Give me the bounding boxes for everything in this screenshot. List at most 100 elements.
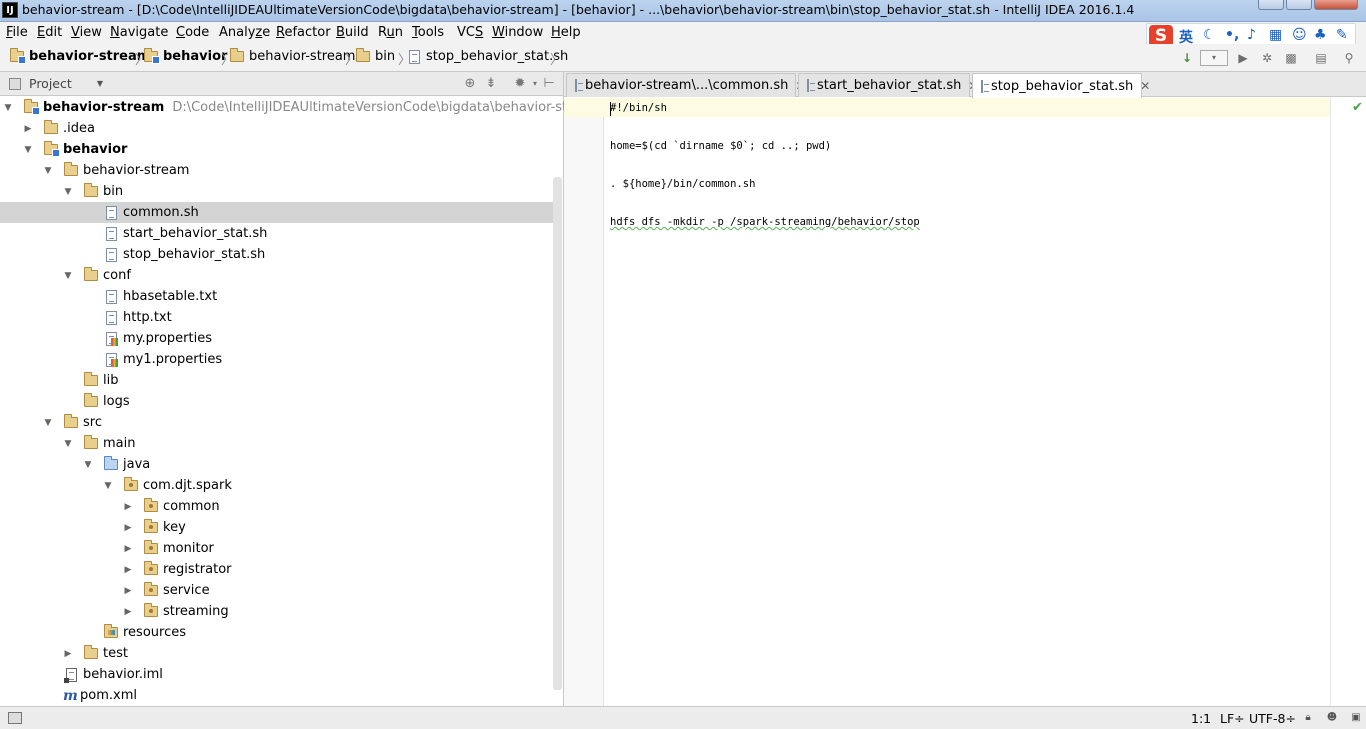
moon-icon[interactable]: ☾ <box>1203 27 1216 43</box>
tree-item-test[interactable]: ▶ test <box>0 643 556 664</box>
tree-item-my-properties[interactable]: my.properties <box>0 328 556 349</box>
collapsed-arrow-icon[interactable]: ▶ <box>122 586 134 596</box>
sort-icon[interactable]: ↓ <box>1180 51 1194 65</box>
tree-item-key[interactable]: ▶ key <box>0 517 556 538</box>
caret-position[interactable]: 1:1 <box>1191 711 1211 726</box>
inspector-icon[interactable]: ☻ <box>1326 712 1338 724</box>
tree-item-http[interactable]: http.txt <box>0 307 556 328</box>
code-line-7[interactable]: hdfs dfs -mkdir -p /spark-streaming/beha… <box>610 216 920 228</box>
wrench-icon[interactable]: ✎ <box>1336 27 1348 43</box>
breadcrumb-file[interactable]: stop_behavior_stat.sh <box>409 49 568 64</box>
tree-item-idea[interactable]: ▶ .idea <box>0 118 556 139</box>
tab-stop-behavior-stat[interactable]: stop_behavior_stat.sh ✕ <box>972 73 1150 98</box>
menu-refactor[interactable]: Refactor <box>276 25 331 40</box>
tree-item-bin[interactable]: ▼ bin <box>0 181 556 202</box>
tree-scrollbar[interactable] <box>553 177 562 690</box>
project-structure-icon[interactable]: ▤ <box>1314 51 1328 65</box>
menu-help[interactable]: Help <box>551 25 581 40</box>
hide-panel-icon[interactable]: ⊢ <box>541 76 557 92</box>
collapse-all-icon[interactable]: ⇟ <box>483 76 499 92</box>
event-log-icon[interactable]: ▣ <box>1350 712 1362 724</box>
expanded-arrow-icon[interactable]: ▼ <box>22 145 34 155</box>
user-icon[interactable]: ☺ <box>1292 27 1307 43</box>
minimize-button[interactable] <box>1258 0 1284 10</box>
tab-start-behavior-stat[interactable]: start_behavior_stat.sh ✕ <box>798 73 978 97</box>
tree-item-main[interactable]: ▼ main <box>0 433 556 454</box>
tree-item-service[interactable]: ▶ service <box>0 580 556 601</box>
run-icon[interactable]: ▶ <box>1236 51 1250 65</box>
editor-gutter[interactable] <box>564 98 604 706</box>
menu-run[interactable]: Run <box>378 25 403 40</box>
menu-edit[interactable]: Edit <box>37 25 62 40</box>
tree-item-common[interactable]: ▶ common <box>0 496 556 517</box>
collapsed-arrow-icon[interactable]: ▶ <box>122 565 134 575</box>
search-icon[interactable]: ⚲ <box>1342 51 1356 65</box>
menu-analyze[interactable]: Analyze <box>219 25 270 40</box>
expanded-arrow-icon[interactable]: ▼ <box>2 103 14 113</box>
tree-item-common-sh[interactable]: common.sh <box>0 202 556 223</box>
tree-item-src[interactable]: ▼ src <box>0 412 556 433</box>
line-separator[interactable]: LF÷ <box>1220 711 1245 726</box>
tree-item-registrator[interactable]: ▶ registrator <box>0 559 556 580</box>
code-line-3[interactable]: home=$(cd `dirname $0`; cd ..; pwd) <box>610 140 831 152</box>
tree-item-conf[interactable]: ▼ conf <box>0 265 556 286</box>
tree-item-project-root[interactable]: ▼ behavior-stream D:\Code\IntelliJIDEAUlt… <box>0 97 601 118</box>
tree-item-streaming[interactable]: ▶ streaming <box>0 601 556 622</box>
project-view-selector[interactable]: Project ▼ <box>4 74 108 93</box>
run-config-dropdown[interactable]: ▾ <box>1200 50 1228 66</box>
tree-item-pom-xml[interactable]: m pom.xml <box>0 685 556 706</box>
skin-shirt-icon[interactable]: ♣ <box>1314 27 1327 43</box>
tree-item-hbasetable[interactable]: hbasetable.txt <box>0 286 556 307</box>
expanded-arrow-icon[interactable]: ▼ <box>42 418 54 428</box>
collapsed-arrow-icon[interactable]: ▶ <box>62 649 74 659</box>
breadcrumb-module[interactable]: behavior <box>144 48 227 64</box>
collapsed-arrow-icon[interactable]: ▶ <box>122 523 134 533</box>
tree-item-start-behavior-stat[interactable]: start_behavior_stat.sh <box>0 223 556 244</box>
tree-item-my1-properties[interactable]: my1.properties <box>0 349 556 370</box>
tree-item-resources[interactable]: resources <box>0 622 556 643</box>
tree-item-behavior[interactable]: ▼ behavior <box>0 139 556 160</box>
menu-tools[interactable]: Tools <box>412 25 444 40</box>
menu-build[interactable]: Build <box>336 25 369 40</box>
gear-icon[interactable]: ✹ <box>512 76 528 92</box>
microphone-icon[interactable]: ♪ <box>1247 27 1256 43</box>
expanded-arrow-icon[interactable]: ▼ <box>82 460 94 470</box>
maximize-button[interactable] <box>1286 0 1312 10</box>
tool-windows-toggle-icon[interactable] <box>8 712 22 724</box>
tree-item-monitor[interactable]: ▶ monitor <box>0 538 556 559</box>
collapsed-arrow-icon[interactable]: ▶ <box>122 607 134 617</box>
close-icon[interactable]: ✕ <box>1140 79 1150 93</box>
inspection-ok-check-icon[interactable]: ✔ <box>1352 100 1363 115</box>
menu-file[interactable]: File <box>6 25 28 40</box>
tree-item-logs[interactable]: logs <box>0 391 556 412</box>
debug-icon[interactable]: ✲ <box>1260 51 1274 65</box>
breadcrumb-project[interactable]: behavior-stream <box>10 48 150 64</box>
menu-window[interactable]: Window <box>492 25 543 40</box>
tab-common-sh[interactable]: behavior-stream\...\common.sh ✕ <box>566 73 805 97</box>
collapsed-arrow-icon[interactable]: ▶ <box>122 502 134 512</box>
tree-item-package[interactable]: ▼ com.djt.spark <box>0 475 556 496</box>
lock-icon[interactable]: 🔒︎ <box>1302 712 1314 724</box>
code-line-5[interactable]: . ${home}/bin/common.sh <box>610 178 755 190</box>
expanded-arrow-icon[interactable]: ▼ <box>62 439 74 449</box>
menu-navigate[interactable]: Navigate <box>110 25 168 40</box>
keyboard-icon[interactable]: ▦ <box>1269 27 1282 43</box>
breadcrumb-folder[interactable]: behavior-stream <box>230 48 355 64</box>
file-encoding[interactable]: UTF-8÷ <box>1249 711 1296 726</box>
expanded-arrow-icon[interactable]: ▼ <box>42 166 54 176</box>
punctuation-icon[interactable]: •, <box>1225 27 1239 43</box>
tree-item-stop-behavior-stat[interactable]: stop_behavior_stat.sh <box>0 244 556 265</box>
tree-item-behavior-stream[interactable]: ▼ behavior-stream <box>0 160 556 181</box>
menu-code[interactable]: Code <box>176 25 209 40</box>
collapsed-arrow-icon[interactable]: ▶ <box>22 124 34 134</box>
tree-item-lib[interactable]: lib <box>0 370 556 391</box>
collapsed-arrow-icon[interactable]: ▶ <box>122 544 134 554</box>
expanded-arrow-icon[interactable]: ▼ <box>102 481 114 491</box>
tree-item-java[interactable]: ▼ java <box>0 454 556 475</box>
expanded-arrow-icon[interactable]: ▼ <box>62 271 74 281</box>
code-line-1[interactable]: #!/bin/sh <box>610 102 667 114</box>
scroll-from-source-icon[interactable]: ⊕ <box>462 76 478 92</box>
close-window-button[interactable] <box>1314 0 1358 10</box>
menu-vcs[interactable]: VCS <box>457 25 483 40</box>
menu-view[interactable]: View <box>71 25 102 40</box>
